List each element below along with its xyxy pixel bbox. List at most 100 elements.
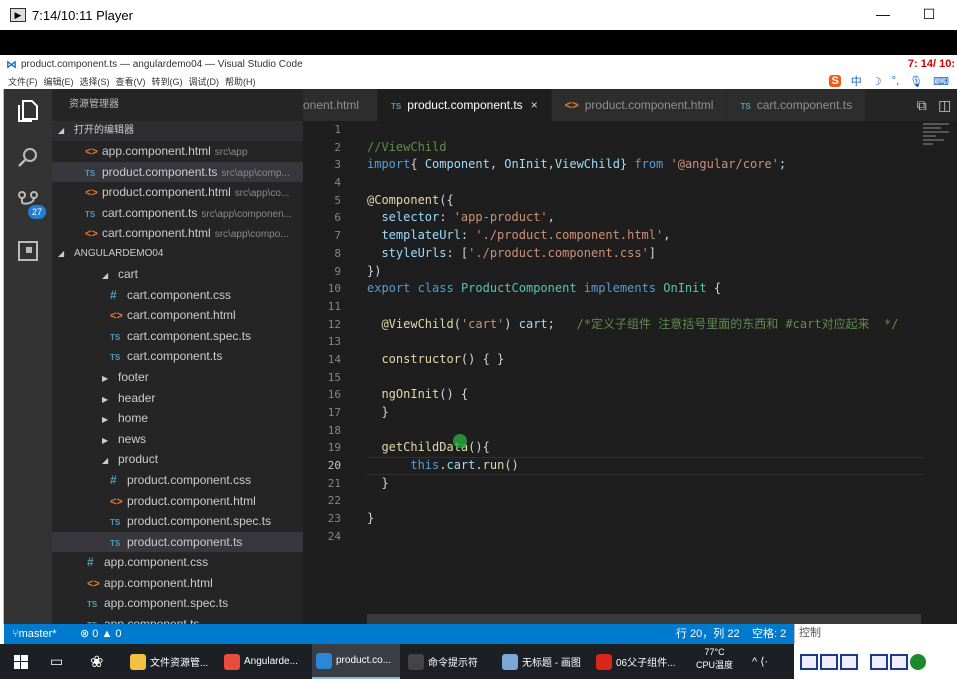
code-line[interactable]: export class ProductComponent implements… [367,280,927,298]
app-pinned-icon[interactable]: ❀ [90,644,110,679]
code-line[interactable]: constructor() { } [367,351,927,369]
file-item[interactable]: <> app.component.html [52,573,303,594]
taskbar-app[interactable]: Angularde... [220,644,308,679]
menu-goto[interactable]: 转到(G) [152,75,183,88]
code-line[interactable] [367,528,927,546]
split-editor-icon[interactable]: ◫ [938,97,951,114]
menu-file[interactable]: 文件(F) [8,75,38,88]
taskbar-app[interactable]: 文件资源管... [126,644,214,679]
file-item[interactable]: TS app.component.spec.ts [52,593,303,614]
code-line[interactable] [367,174,927,192]
file-item[interactable]: TS cart.component.ts [52,346,303,367]
tab-file[interactable]: TS cart.component.ts [727,89,867,121]
code-line[interactable] [367,121,927,139]
explorer-icon[interactable] [4,91,52,131]
problems-status[interactable]: ⊗ 0 ▲ 0 [80,624,122,644]
player-btn-1-icon[interactable] [800,653,818,670]
folder-item[interactable]: ▶ news [52,429,303,450]
ime-mode[interactable]: 中 [851,73,862,89]
moon-icon[interactable]: ☽ [872,75,882,88]
horizontal-scrollbar[interactable] [367,614,921,624]
taskbar-app-label: 06父子组件... [616,658,676,669]
indentation-status[interactable]: 空格: 2 [752,624,786,644]
code-line[interactable] [367,369,927,387]
code-line[interactable]: styleUrls: ['./product.component.css'] [367,245,927,263]
menu-selection[interactable]: 选择(S) [80,75,110,88]
code-line[interactable]: @ViewChild('cart') cart; /*定义子组件 注意括号里面的… [367,316,927,334]
file-item[interactable]: <> cart.component.html [52,305,303,326]
minimize-button[interactable]: — [860,0,906,30]
punct-icon[interactable]: °, [892,75,899,87]
open-editor-item[interactable]: TS cart.component.ts src\app\componen... [52,203,303,224]
code-line[interactable]: } [367,475,927,493]
close-tab-icon[interactable]: × [531,98,538,112]
tab-active[interactable]: TS product.component.ts × [378,89,552,121]
taskbar-app[interactable]: 无标题 - 画图 [498,644,586,679]
tab-file[interactable]: <> product.component.html [551,89,728,121]
file-item[interactable]: # cart.component.css [52,285,303,306]
taskbar-app[interactable]: 06父子组件... [592,644,680,679]
file-item[interactable]: TS product.component.ts [52,531,303,553]
mic-icon[interactable]: 🎙 [909,75,923,88]
code-editor[interactable]: 1 2 3 4 5 6 7 8 9 10 11 12 13 14 15 16 17 18 19 20 21 22 23 24 … [303,121,957,624]
player-btn-2-icon[interactable] [820,653,838,670]
code-line[interactable] [367,492,927,510]
minimap[interactable] [923,121,949,161]
open-preview-icon[interactable]: ⧉ [917,97,927,114]
code-line[interactable]: getChildData(){ [367,439,927,457]
ime-toolbar[interactable]: S 中 ☽ °, 🎙 ⌨ [829,73,955,89]
folder-item[interactable]: ◢ product [52,449,303,470]
code-line[interactable]: @Component({ [367,192,927,210]
file-item[interactable]: TS app.component.ts [52,614,303,624]
code-line[interactable]: } [367,404,927,422]
code-lines[interactable]: //ViewChild import{ Component, OnInit,Vie… [367,121,927,546]
project-header[interactable]: ◢ ANGULARDEMO04 [52,243,303,264]
code-line[interactable]: } [367,510,927,528]
tray-chevron-icon[interactable]: ^ ⟨· [752,644,768,679]
code-line[interactable] [367,298,927,316]
player-btn-3-icon[interactable] [840,653,858,670]
code-line[interactable] [367,333,927,351]
taskbar-app[interactable]: product.co... [312,644,400,679]
menu-debug[interactable]: 调试(D) [189,75,220,88]
start-button[interactable] [14,644,34,679]
app-icon [130,653,146,670]
menu-help[interactable]: 帮助(H) [225,75,256,88]
file-item[interactable]: # product.component.css [52,470,303,491]
code-line[interactable]: //ViewChild [367,139,927,157]
file-item[interactable]: <> product.component.html [52,491,303,512]
branch-status[interactable]: ⑂ master* [12,624,57,644]
menu-view[interactable]: 查看(V) [116,75,146,88]
code-line[interactable]: templateUrl: './product.component.html', [367,227,927,245]
code-line[interactable]: this.cart.run() [367,457,927,475]
taskbar-app[interactable]: 命令提示符 [404,644,492,679]
folder-item[interactable]: ▶ home [52,408,303,429]
player-record-icon[interactable] [910,653,926,670]
file-item[interactable]: # app.component.css [52,552,303,573]
cursor-position[interactable]: 行 20，列 22 [676,624,740,644]
code-line[interactable]: import{ Component, OnInit,ViewChild} fro… [367,156,927,174]
open-editor-item[interactable]: <> product.component.html src\app\co... [52,182,303,203]
open-editor-item[interactable]: <> app.component.html src\app [52,141,303,162]
folder-item[interactable]: ▶ footer [52,367,303,388]
code-line[interactable]: }) [367,263,927,281]
file-item[interactable]: TS cart.component.spec.ts [52,326,303,347]
player-btn-4-icon[interactable] [870,653,888,670]
open-editors-header[interactable]: ◢ 打开的编辑器 [52,121,303,141]
folder-item[interactable]: ◢ cart [52,264,303,285]
menu-edit[interactable]: 编辑(E) [44,75,74,88]
maximize-button[interactable]: ☐ [906,0,952,30]
extensions-icon[interactable] [4,231,52,271]
keyboard-icon[interactable]: ⌨ [933,75,949,88]
file-item[interactable]: TS product.component.spec.ts [52,511,303,532]
player-btn-5-icon[interactable] [890,653,908,670]
open-editor-item[interactable]: TS product.component.ts src\app\comp... [52,161,303,183]
code-line[interactable]: selector: 'app-product', [367,209,927,227]
code-line[interactable] [367,422,927,440]
task-view-icon[interactable]: ▭ [50,644,70,679]
tab-file[interactable]: onent.html [303,89,379,121]
open-editor-item[interactable]: <> cart.component.html src\app\compo... [52,223,303,244]
code-line[interactable]: ngOnInit() { [367,386,927,404]
folder-item[interactable]: ▶ header [52,388,303,409]
search-icon[interactable] [4,137,52,177]
